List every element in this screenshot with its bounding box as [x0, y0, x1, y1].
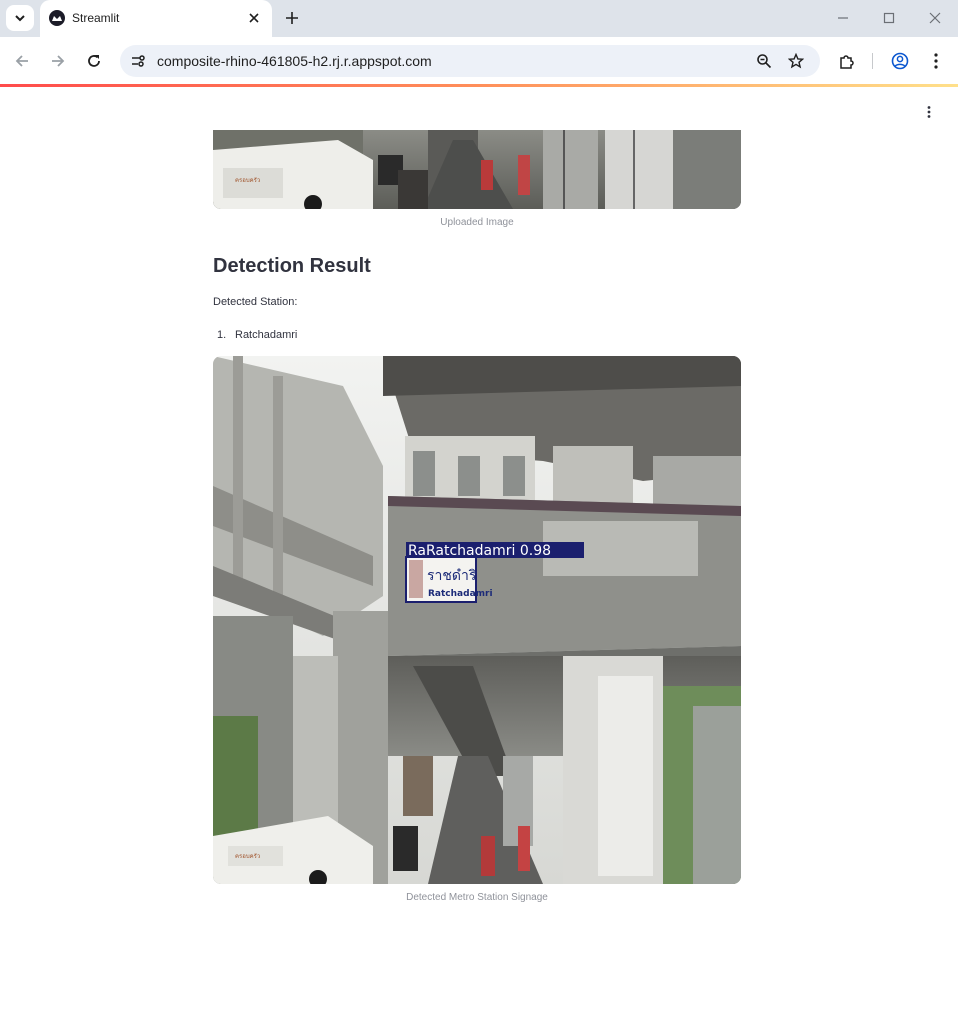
station-list-item: Ratchadamri	[235, 329, 298, 341]
streamlit-favicon	[49, 10, 65, 26]
chevron-down-icon	[15, 15, 25, 22]
reload-button[interactable]	[83, 50, 105, 72]
zoom-button[interactable]	[754, 51, 774, 71]
url-text: composite-rhino-461805-h2.rj.r.appspot.c…	[157, 53, 432, 69]
detection-result-image: ครอบครัว ราชดำริ Ratchadamri RaRatchadam…	[213, 356, 741, 884]
close-window-button[interactable]	[925, 8, 945, 28]
uploaded-image-caption: Uploaded Image	[440, 217, 514, 228]
browser-menu-button[interactable]	[925, 50, 947, 72]
tab-streamlit[interactable]: Streamlit	[40, 0, 272, 37]
forward-icon	[52, 55, 65, 67]
detection-label-text: RaRatchadamri 0.98	[408, 543, 551, 559]
close-icon	[249, 13, 259, 23]
streamlit-header-decoration	[0, 84, 958, 87]
browser-tab-strip: Streamlit	[0, 0, 958, 37]
bookmark-button[interactable]	[786, 51, 806, 71]
maximize-button[interactable]	[879, 8, 899, 28]
address-bar[interactable]: composite-rhino-461805-h2.rj.r.appspot.c…	[120, 45, 820, 77]
tab-title: Streamlit	[72, 11, 120, 25]
extensions-button[interactable]	[836, 50, 858, 72]
svg-text:ครอบครัว: ครอบครัว	[235, 853, 260, 860]
sign-thai-text: ราชดำริ	[427, 568, 477, 584]
browser-toolbar: composite-rhino-461805-h2.rj.r.appspot.c…	[0, 37, 958, 84]
menu-icon	[934, 53, 938, 69]
profile-icon	[891, 52, 909, 70]
result-image-caption: Detected Metro Station Signage	[406, 892, 548, 903]
back-button[interactable]	[11, 50, 33, 72]
back-icon	[15, 55, 28, 67]
station-list-number: 1.	[217, 329, 227, 341]
uploaded-image: ครอบครัว	[213, 130, 741, 209]
close-tab-button[interactable]	[246, 10, 262, 26]
svg-text:ครอบครัว: ครอบครัว	[235, 177, 260, 184]
zoom-icon	[757, 54, 772, 69]
site-info-button[interactable]	[128, 51, 148, 71]
detection-result-heading: Detection Result	[213, 255, 371, 277]
profile-button[interactable]	[889, 50, 911, 72]
close-window-icon	[929, 12, 941, 24]
maximize-icon	[883, 12, 895, 24]
detected-station-label: Detected Station:	[213, 296, 298, 308]
minimize-button[interactable]	[833, 8, 853, 28]
new-tab-button[interactable]	[282, 8, 302, 28]
star-icon	[788, 53, 804, 69]
toolbar-separator	[872, 53, 873, 69]
reload-icon	[88, 55, 100, 67]
app-menu-button[interactable]	[920, 103, 938, 121]
tab-search-button[interactable]	[6, 5, 34, 31]
sign-english-text: Ratchadamri	[428, 589, 493, 599]
kebab-menu-icon	[927, 106, 931, 118]
extensions-icon	[840, 55, 854, 69]
plus-icon	[286, 12, 298, 24]
forward-button[interactable]	[47, 50, 69, 72]
minimize-icon	[838, 17, 848, 19]
site-info-icon	[132, 55, 145, 67]
